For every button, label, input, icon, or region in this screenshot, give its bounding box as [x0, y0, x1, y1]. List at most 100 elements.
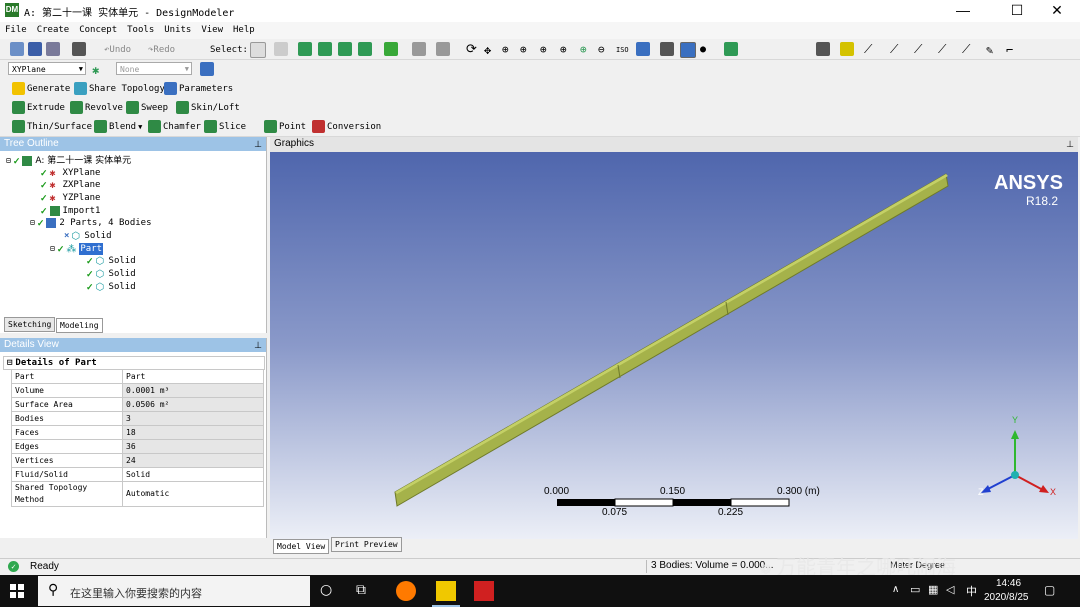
pan-icon[interactable]: ✥	[484, 42, 491, 57]
collapse-icon[interactable]: ⊟	[50, 243, 55, 255]
ansys-taskbar-icon[interactable]	[436, 581, 456, 601]
skin-loft-button[interactable]: Skin/Loft	[176, 100, 240, 115]
zoom-selected-icon[interactable]: ⊕	[580, 42, 587, 57]
thin-surface-button[interactable]: Thin/Surface	[12, 119, 92, 134]
display-plane-icon[interactable]	[636, 42, 650, 56]
tree-item-zxplane[interactable]: ✓ ✱ ZXPlane	[40, 179, 100, 191]
conversion-button[interactable]: Conversion	[312, 119, 381, 134]
collapse-icon[interactable]: ⊟	[7, 358, 12, 368]
menu-file[interactable]: File	[0, 22, 32, 35]
menu-create[interactable]: Create	[32, 22, 75, 35]
edge-joint-3-icon[interactable]: ⟋	[914, 42, 922, 57]
zoom-box-icon[interactable]: ⊕	[520, 42, 527, 57]
tree-item-import1[interactable]: ✓ Import1	[40, 205, 100, 217]
blend-button[interactable]: Blend ▼	[94, 119, 142, 134]
collapse-icon[interactable]: ⊟	[6, 155, 11, 167]
network-icon[interactable]: ▦	[928, 583, 938, 596]
menu-concept[interactable]: Concept	[74, 22, 122, 35]
select-point-icon[interactable]	[298, 42, 312, 56]
volume-icon[interactable]: ◁	[946, 583, 954, 596]
extend-select-icon[interactable]	[384, 42, 398, 56]
save-icon[interactable]	[28, 42, 42, 56]
edge-joint-4-icon[interactable]: ⟋	[938, 42, 946, 57]
menu-view[interactable]: View	[196, 22, 228, 35]
generate-button[interactable]: Generate	[12, 81, 70, 96]
tree-item-solid-1[interactable]: ✓ ⬡ Solid	[86, 255, 136, 267]
select-filter-icon[interactable]	[274, 42, 288, 56]
graphics-viewport[interactable]: ANSYS R18.2 0.000 0.150 0.300 (m) 0.075 …	[270, 152, 1078, 539]
clock-date[interactable]: 2020/8/25	[984, 592, 1029, 603]
tree-item-solid-3[interactable]: ✓ ⬡ Solid	[86, 281, 136, 293]
firefox-icon[interactable]	[396, 581, 416, 601]
task-view-icon[interactable]: ⧉	[356, 582, 366, 598]
clock-time[interactable]: 14:46	[996, 578, 1021, 589]
extrude-button[interactable]: Extrude	[12, 100, 65, 115]
collapse-icon[interactable]: ⊟	[30, 217, 35, 229]
point-display-icon[interactable]: ●	[700, 42, 706, 57]
battery-icon[interactable]: ▭	[910, 583, 920, 596]
select-mode-icon[interactable]	[250, 42, 266, 58]
taskbar-search-box[interactable]: ⚲ 在这里输入你要搜索的内容	[38, 576, 310, 606]
zoom-in-icon[interactable]: ⊕	[560, 42, 567, 57]
tree-root[interactable]: ⊟ ✓ A: 第二十一课 实体单元	[6, 155, 131, 167]
zoom-fit-icon[interactable]: ⊕	[540, 42, 547, 57]
edge-joint-2-icon[interactable]: ⟋	[890, 42, 898, 57]
new-sketch-icon[interactable]	[200, 62, 214, 76]
lasso-select-icon[interactable]	[436, 42, 450, 56]
ime-indicator[interactable]: 中	[966, 583, 977, 599]
zoom-icon[interactable]: ⊕	[502, 42, 509, 57]
revolve-button[interactable]: Revolve	[70, 100, 123, 115]
select-edge-icon[interactable]	[318, 42, 332, 56]
screenshot-icon[interactable]	[72, 42, 86, 56]
edge-coloring-icon[interactable]	[840, 42, 854, 56]
pin-icon[interactable]: ⊥	[254, 137, 262, 151]
tab-modeling[interactable]: Modeling	[56, 318, 103, 333]
tree-item-solid-2[interactable]: ✓ ⬡ Solid	[86, 268, 136, 280]
menu-help[interactable]: Help	[228, 22, 260, 35]
display-edges-icon[interactable]	[816, 42, 830, 56]
share-topology-button[interactable]: Share Topology	[74, 81, 165, 96]
tab-sketching[interactable]: Sketching	[4, 317, 56, 332]
detail-value[interactable]: Automatic	[122, 481, 264, 507]
undo-button[interactable]: ↶ Undo	[104, 42, 131, 57]
slice-button[interactable]: Slice	[204, 119, 246, 134]
menu-tools[interactable]: Tools	[122, 22, 159, 35]
new-plane-icon[interactable]: ✱	[92, 62, 99, 77]
triad-icon[interactable]	[660, 42, 674, 56]
sweep-button[interactable]: Sweep	[126, 100, 168, 115]
redo-button[interactable]: ↷ Redo	[148, 42, 175, 57]
pin-tool-icon[interactable]: ✎	[986, 42, 993, 57]
tab-print-preview[interactable]: Print Preview	[331, 537, 402, 552]
windows-start-icon[interactable]	[10, 584, 24, 598]
select-body-icon[interactable]	[358, 42, 372, 56]
chevron-up-icon[interactable]: ∧	[892, 584, 899, 595]
menu-units[interactable]: Units	[159, 22, 196, 35]
rotate-icon[interactable]: ⟳	[466, 42, 477, 57]
detail-value[interactable]: Part	[122, 369, 264, 384]
chamfer-button[interactable]: Chamfer	[148, 119, 201, 134]
tree-item-solid[interactable]: × ⬡ Solid	[64, 230, 112, 242]
sketch-select[interactable]: None ▼	[116, 62, 192, 75]
minimize-button[interactable]: —	[940, 0, 986, 22]
tree-item-xyplane[interactable]: ✓ ✱ XYPlane	[40, 167, 100, 179]
pin-icon[interactable]: ⊥	[254, 338, 262, 352]
plane-select[interactable]: XYPlane ▼	[8, 62, 86, 75]
parameters-button[interactable]: Parameters	[164, 81, 233, 96]
edge-joint-5-icon[interactable]: ⟋	[962, 42, 970, 57]
tree-item-yzplane[interactable]: ✓ ✱ YZPlane	[40, 192, 100, 204]
notification-icon[interactable]: ▢	[1044, 583, 1055, 597]
display-model-icon[interactable]	[680, 42, 696, 58]
ruler-icon[interactable]	[724, 42, 738, 56]
point-button[interactable]: Point	[264, 119, 306, 134]
magnifier-icon[interactable]: ⊖	[598, 42, 605, 57]
cursor-tool-icon[interactable]: ⌐	[1006, 42, 1013, 57]
pin-icon[interactable]: ⊥	[1066, 137, 1074, 151]
detail-value[interactable]: Solid	[122, 467, 264, 482]
select-face-icon[interactable]	[338, 42, 352, 56]
export-icon[interactable]	[46, 42, 60, 56]
close-button[interactable]: ✕	[1034, 0, 1080, 22]
new-icon[interactable]	[10, 42, 24, 56]
tab-model-view[interactable]: Model View	[273, 539, 330, 554]
iso-view-icon[interactable]: ISO	[616, 42, 629, 57]
cortana-icon[interactable]: ○	[320, 582, 332, 598]
